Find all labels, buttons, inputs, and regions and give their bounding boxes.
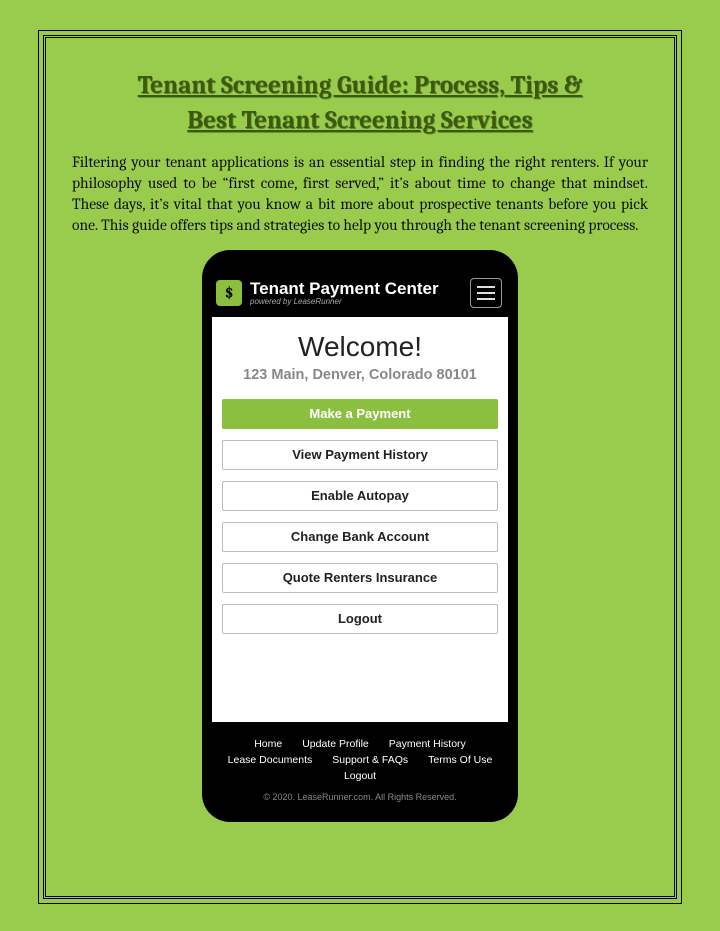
title-line-2: Best Tenant Screening Services [187,106,533,135]
phone-frame: $ Tenant Payment Center powered by Lease… [202,250,518,822]
app-footer: Home Update Profile Payment History Leas… [212,722,508,812]
logout-button[interactable]: Logout [222,604,498,634]
app-header-text: Tenant Payment Center powered by LeaseRu… [250,280,462,306]
footer-link-terms[interactable]: Terms Of Use [428,754,492,766]
property-address: 123 Main, Denver, Colorado 80101 [222,367,498,383]
phone-mockup-container: $ Tenant Payment Center powered by Lease… [72,250,648,822]
page-inner-border: Tenant Screening Guide: Process, Tips & … [43,35,677,899]
copyright-text: © 2020. LeaseRunner.com. All Rights Rese… [220,792,500,802]
hamburger-menu-button[interactable] [470,278,502,308]
change-bank-button[interactable]: Change Bank Account [222,522,498,552]
app-title: Tenant Payment Center [250,280,462,297]
app-header: $ Tenant Payment Center powered by Lease… [212,270,508,317]
page-outer-border: Tenant Screening Guide: Process, Tips & … [38,30,682,904]
view-history-button[interactable]: View Payment History [222,440,498,470]
footer-links: Home Update Profile Payment History Leas… [220,738,500,782]
footer-link-profile[interactable]: Update Profile [302,738,369,750]
logo-glyph: $ [225,284,234,302]
footer-link-history[interactable]: Payment History [389,738,466,750]
welcome-heading: Welcome! [222,331,498,363]
title-line-1: Tenant Screening Guide: Process, Tips & [138,71,583,100]
status-bar [212,262,508,270]
hamburger-icon [477,286,495,300]
make-payment-button[interactable]: Make a Payment [222,399,498,429]
enable-autopay-button[interactable]: Enable Autopay [222,481,498,511]
app-logo-icon: $ [216,280,242,306]
document-title: Tenant Screening Guide: Process, Tips & … [72,68,648,138]
quote-insurance-button[interactable]: Quote Renters Insurance [222,563,498,593]
intro-paragraph: Filtering your tenant applications is an… [72,152,648,236]
app-main-content: Welcome! 123 Main, Denver, Colorado 8010… [212,317,508,722]
footer-link-support[interactable]: Support & FAQs [332,754,408,766]
footer-link-logout[interactable]: Logout [344,770,376,782]
app-subtitle: powered by LeaseRunner [250,297,462,306]
phone-screen: $ Tenant Payment Center powered by Lease… [204,252,516,820]
footer-link-lease[interactable]: Lease Documents [228,754,313,766]
footer-link-home[interactable]: Home [254,738,282,750]
